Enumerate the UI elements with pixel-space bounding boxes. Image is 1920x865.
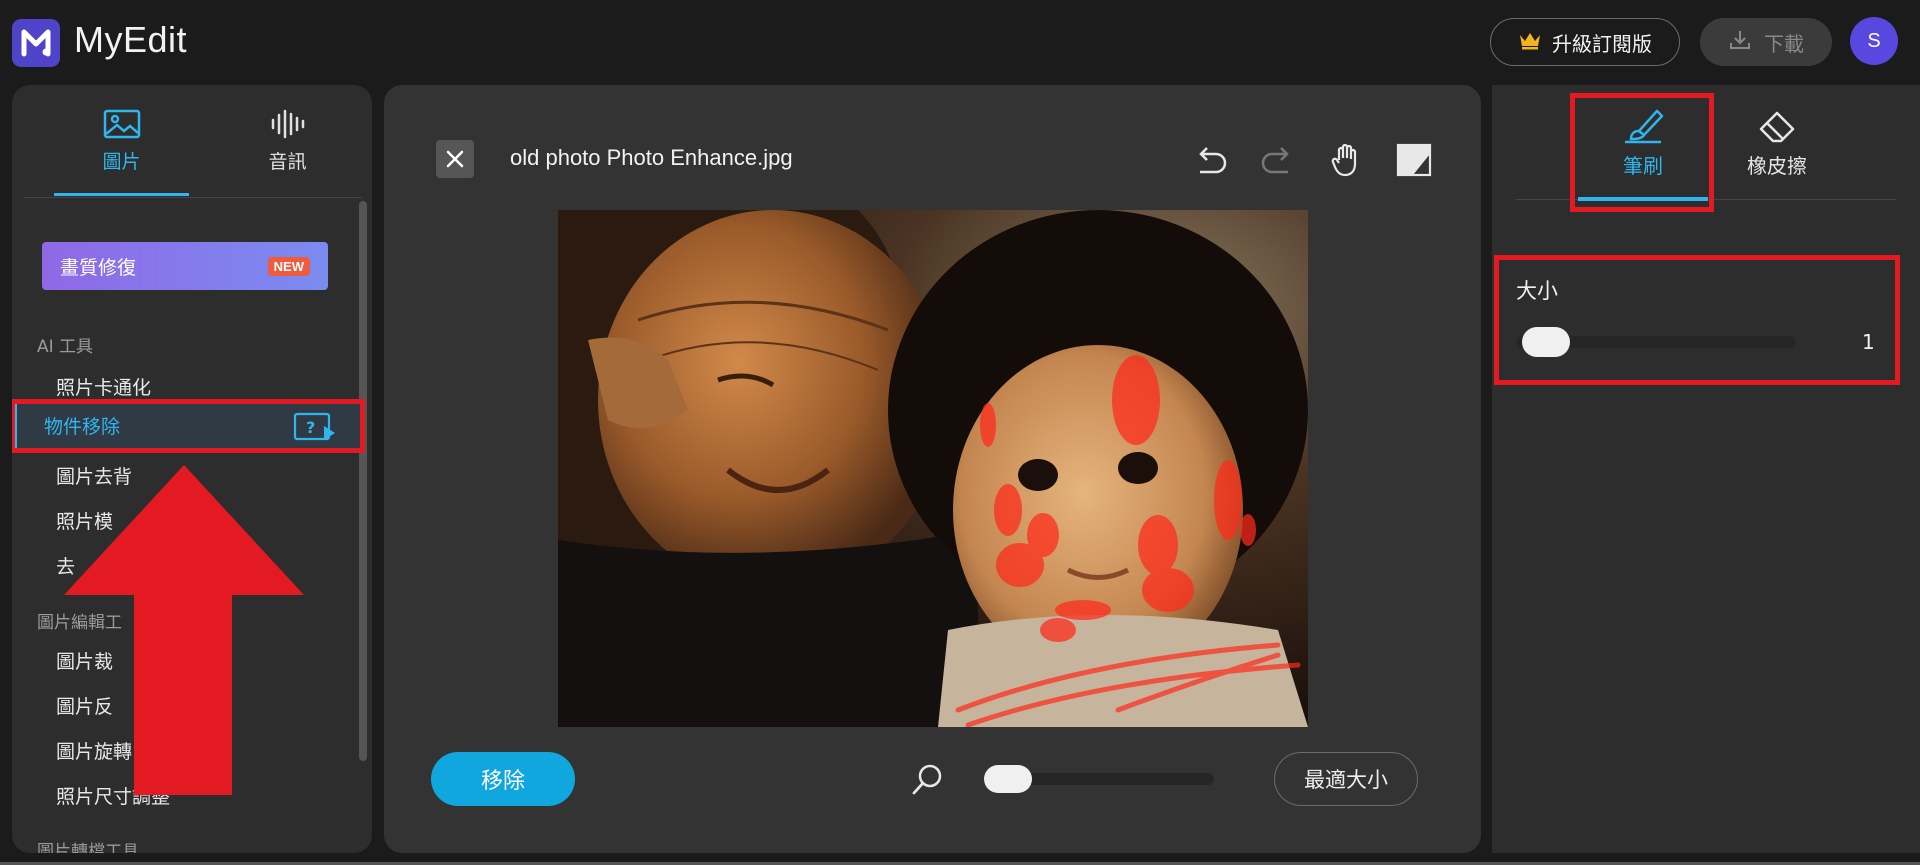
pan-hand-button[interactable] [1326, 140, 1366, 180]
upgrade-button[interactable]: 升級訂閱版 [1490, 18, 1680, 66]
file-name: old photo Photo Enhance.jpg [510, 145, 793, 170]
close-icon [446, 150, 464, 168]
myedit-logo[interactable] [12, 19, 60, 67]
zoom-slider-thumb[interactable] [984, 765, 1032, 793]
eraser-icon [1755, 111, 1799, 150]
tab-active-indicator [54, 193, 189, 196]
fit-size-button[interactable]: 最適大小 [1274, 752, 1418, 806]
brand-name: MyEdit [74, 19, 188, 60]
tab-eraser[interactable]: 橡皮擦 [1712, 107, 1842, 179]
section-image-convert: 圖片轉檔工具 [37, 842, 139, 853]
top-bar: MyEdit 升級訂閱版 下載 S [0, 0, 1920, 84]
close-button[interactable] [436, 140, 474, 178]
tool-sidebar: 圖片 音訊 畫質修復 NEW AI 工具 照片卡通化 物件移除 ? 圖片去背 照… [12, 85, 372, 853]
highlight-box-brush-tab [1570, 93, 1714, 212]
undo-icon [1199, 147, 1227, 174]
zoom-icon[interactable] [910, 761, 946, 801]
photo-canvas[interactable] [558, 210, 1308, 727]
redo-icon [1261, 147, 1289, 174]
tab-audio-label: 音訊 [268, 151, 307, 173]
hand-icon [1331, 143, 1357, 177]
new-badge: NEW [267, 256, 310, 276]
undo-button[interactable] [1190, 140, 1230, 180]
upgrade-label: 升級訂閱版 [1552, 31, 1652, 56]
tab-audio[interactable]: 音訊 [220, 109, 355, 174]
quality-restore-button[interactable]: 畫質修復 NEW [42, 242, 328, 290]
download-button[interactable]: 下載 [1700, 18, 1832, 66]
compare-icon [1396, 143, 1432, 177]
download-label: 下載 [1764, 31, 1804, 56]
sidebar-item-cartoon[interactable]: 照片卡通化 [56, 373, 151, 400]
image-icon [103, 109, 141, 143]
remove-button[interactable]: 移除 [431, 752, 575, 806]
crown-icon [1518, 30, 1542, 55]
highlight-box-size [1494, 255, 1900, 385]
download-icon [1728, 28, 1752, 57]
promo-label: 畫質修復 [60, 256, 137, 279]
media-tabs: 圖片 音訊 [24, 85, 362, 198]
tab-eraser-label: 橡皮擦 [1747, 154, 1807, 178]
waveform-icon [269, 109, 307, 143]
redo-button[interactable] [1258, 140, 1298, 180]
compare-button[interactable] [1394, 140, 1434, 180]
tab-image[interactable]: 圖片 [54, 109, 189, 174]
highlight-box-menu [12, 399, 365, 453]
brush-settings-panel: 筆刷 橡皮擦 大小 1 [1492, 85, 1920, 853]
section-ai-tools: AI 工具 [37, 337, 94, 357]
red-arrow-annotation [64, 465, 304, 795]
sidebar-scrollbar[interactable] [359, 201, 367, 761]
edited-photo [558, 210, 1308, 727]
user-avatar[interactable]: S [1850, 17, 1898, 65]
editor-canvas-panel: old photo Photo Enhance.jpg 移除 最適大小 [384, 85, 1481, 853]
tab-image-label: 圖片 [102, 151, 141, 173]
